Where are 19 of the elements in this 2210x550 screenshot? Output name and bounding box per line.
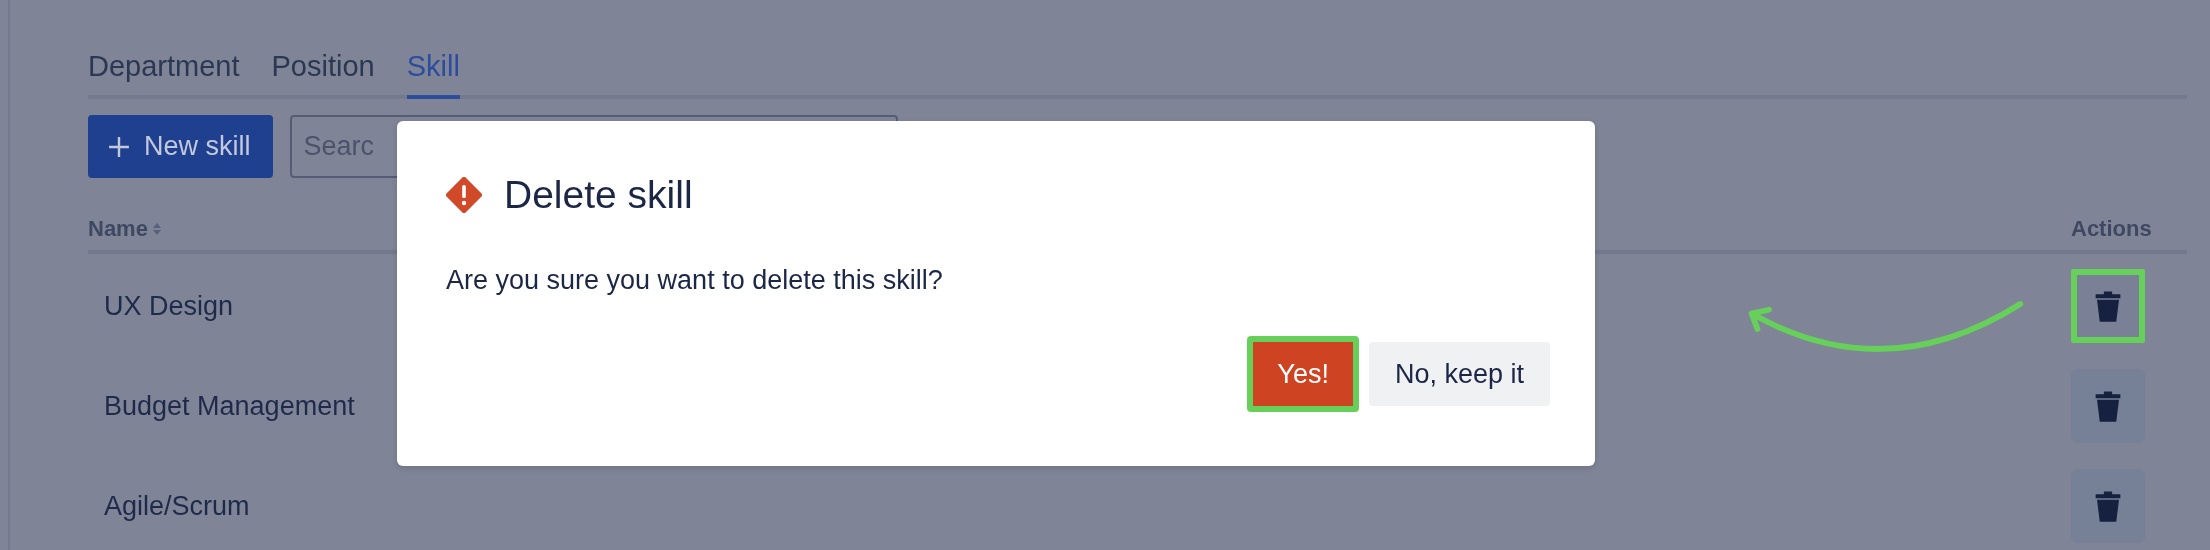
delete-button[interactable] xyxy=(2071,369,2145,443)
table-cell-text: Agile/Scrum xyxy=(103,490,250,522)
delete-button[interactable] xyxy=(2071,469,2145,543)
plus-icon xyxy=(108,135,130,158)
tab[interactable]: Department xyxy=(88,44,240,99)
sort-icon xyxy=(152,223,161,235)
delete-button[interactable] xyxy=(2071,269,2145,343)
column-header: Actions xyxy=(2071,216,2153,242)
warning-icon xyxy=(446,177,482,213)
table-cell-text: UX Design xyxy=(103,290,234,322)
confirm-button[interactable]: Yes! xyxy=(1247,336,1359,412)
tab[interactable]: Position xyxy=(271,44,375,99)
tab[interactable]: Skill xyxy=(406,44,460,99)
dialog-message: Are you sure you want to delete this skill? xyxy=(446,265,944,296)
new-skill-button[interactable]: New skill xyxy=(88,115,273,178)
column-header[interactable]: Name xyxy=(88,216,161,242)
dialog-title: Delete skill xyxy=(504,173,693,217)
cancel-button[interactable]: No, keep it xyxy=(1368,342,1550,406)
table-cell-text: Budget Management xyxy=(103,390,355,422)
